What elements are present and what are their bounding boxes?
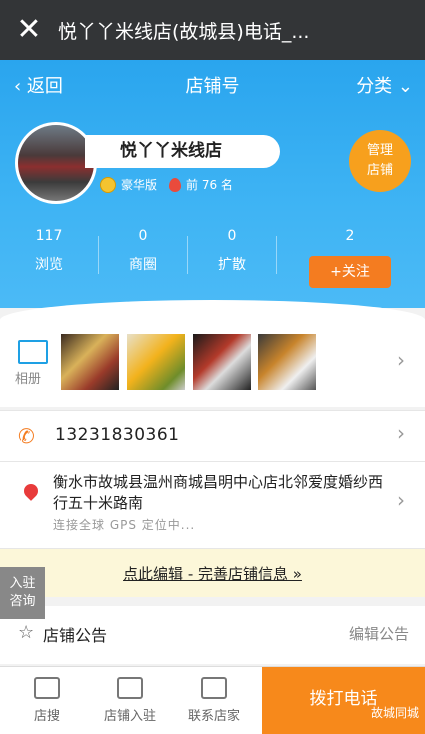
stat-value: 0 bbox=[138, 228, 148, 244]
album-photo[interactable] bbox=[61, 334, 119, 390]
manage-label-2: 店铺 bbox=[366, 163, 393, 178]
stat-label: 浏览 bbox=[35, 257, 63, 273]
stat-value: 2 bbox=[345, 228, 355, 244]
category-label: 分类 bbox=[356, 76, 393, 97]
store-header: ‹ 返回 店铺号 分类 ⌄ 悦丫丫米线店 豪华版 前 76 名 管理 店铺 11… bbox=[0, 60, 425, 320]
phone-icon: ✆ bbox=[18, 424, 35, 448]
app-bar: ✕ 悦丫丫米线店(故城县)电话_... bbox=[0, 0, 425, 60]
manage-label-1: 管理 bbox=[366, 143, 393, 158]
stat-value: 117 bbox=[35, 228, 63, 244]
follow-button[interactable]: +关注 bbox=[309, 256, 391, 288]
stat-spread: 0 扩散 bbox=[188, 228, 276, 274]
stat-label: 商圈 bbox=[129, 257, 157, 273]
album-photo[interactable] bbox=[258, 334, 316, 390]
tab-label: 店搜 bbox=[33, 709, 60, 724]
plus-box-icon bbox=[117, 677, 143, 699]
medal-icon bbox=[100, 176, 116, 193]
stat-value: 0 bbox=[227, 228, 237, 244]
pin-icon: ☆ bbox=[18, 622, 35, 643]
notice-title: 店铺公告 bbox=[43, 626, 108, 645]
store-name: 悦丫丫米线店 bbox=[85, 135, 280, 168]
mail-icon bbox=[201, 677, 227, 699]
edit-notice-button[interactable]: 编辑公告 bbox=[349, 623, 409, 644]
image-icon bbox=[18, 340, 48, 364]
store-badges: 豪华版 前 76 名 bbox=[100, 176, 233, 193]
location-pin-icon bbox=[21, 481, 41, 501]
edit-prompt[interactable]: 点此编辑 - 完善店铺信息 » bbox=[0, 563, 425, 584]
tab-store-search[interactable]: 店搜 bbox=[7, 677, 87, 724]
chevron-right-icon: › bbox=[397, 421, 405, 445]
stat-label: 扩散 bbox=[218, 257, 246, 273]
nav-bar: ‹ 返回 店铺号 分类 ⌄ bbox=[0, 60, 425, 108]
flame-icon bbox=[169, 177, 182, 192]
album-label: 相册 bbox=[15, 372, 42, 387]
album-row[interactable]: 相册 › bbox=[0, 320, 425, 407]
phone-number: 13231830361 bbox=[55, 425, 180, 445]
join-consult-button[interactable]: 入驻 咨询 bbox=[0, 567, 45, 619]
album-photo[interactable] bbox=[193, 334, 251, 390]
stat-views: 117 浏览 bbox=[5, 228, 93, 274]
chevron-down-icon: ⌄ bbox=[392, 76, 413, 97]
side-label-2: 咨询 bbox=[9, 594, 36, 609]
call-button[interactable]: 拨打电话 bbox=[262, 667, 425, 734]
store-icon bbox=[34, 677, 60, 699]
category-button[interactable]: 分类 ⌄ bbox=[356, 72, 413, 98]
bottom-bar: 店搜 店铺入驻 联系店家 拨打电话 bbox=[0, 666, 425, 734]
watermark: 故城同城 bbox=[370, 706, 419, 720]
stat-business-circle: 0 商圈 bbox=[99, 228, 187, 274]
album-photo[interactable] bbox=[127, 334, 185, 390]
chevron-right-icon: › bbox=[397, 488, 405, 512]
tab-store-join[interactable]: 店铺入驻 bbox=[90, 677, 170, 724]
tab-label: 店铺入驻 bbox=[103, 709, 156, 724]
address-text: 衡水市故城县温州商城昌明中心店北邻爱度婚纱西行五十米路南 bbox=[53, 473, 384, 512]
header-curve bbox=[0, 300, 425, 320]
close-icon[interactable]: ✕ bbox=[0, 0, 58, 60]
side-label-1: 入驻 bbox=[9, 576, 36, 591]
address-row[interactable]: 衡水市故城县温州商城昌明中心店北邻爱度婚纱西行五十米路南 连接全球 GPS 定位… bbox=[0, 461, 425, 548]
phone-row[interactable]: ✆ 13231830361 › bbox=[0, 410, 425, 461]
edit-store-info-banner[interactable]: 点此编辑 - 完善店铺信息 » bbox=[0, 548, 425, 597]
chevron-right-icon: › bbox=[397, 348, 405, 372]
notice-row: ☆ 店铺公告 编辑公告 bbox=[0, 606, 425, 664]
stat-followers: 2 bbox=[306, 228, 394, 244]
tab-label: 联系店家 bbox=[187, 709, 240, 724]
level-badge: 豪华版 bbox=[121, 178, 158, 192]
window-title: 悦丫丫米线店(故城县)电话_... bbox=[58, 20, 310, 43]
rank-badge: 前 76 名 bbox=[186, 178, 233, 192]
tab-contact[interactable]: 联系店家 bbox=[174, 677, 254, 724]
manage-store-button[interactable]: 管理 店铺 bbox=[349, 130, 411, 192]
gps-status: 连接全球 GPS 定位中... bbox=[53, 518, 196, 532]
